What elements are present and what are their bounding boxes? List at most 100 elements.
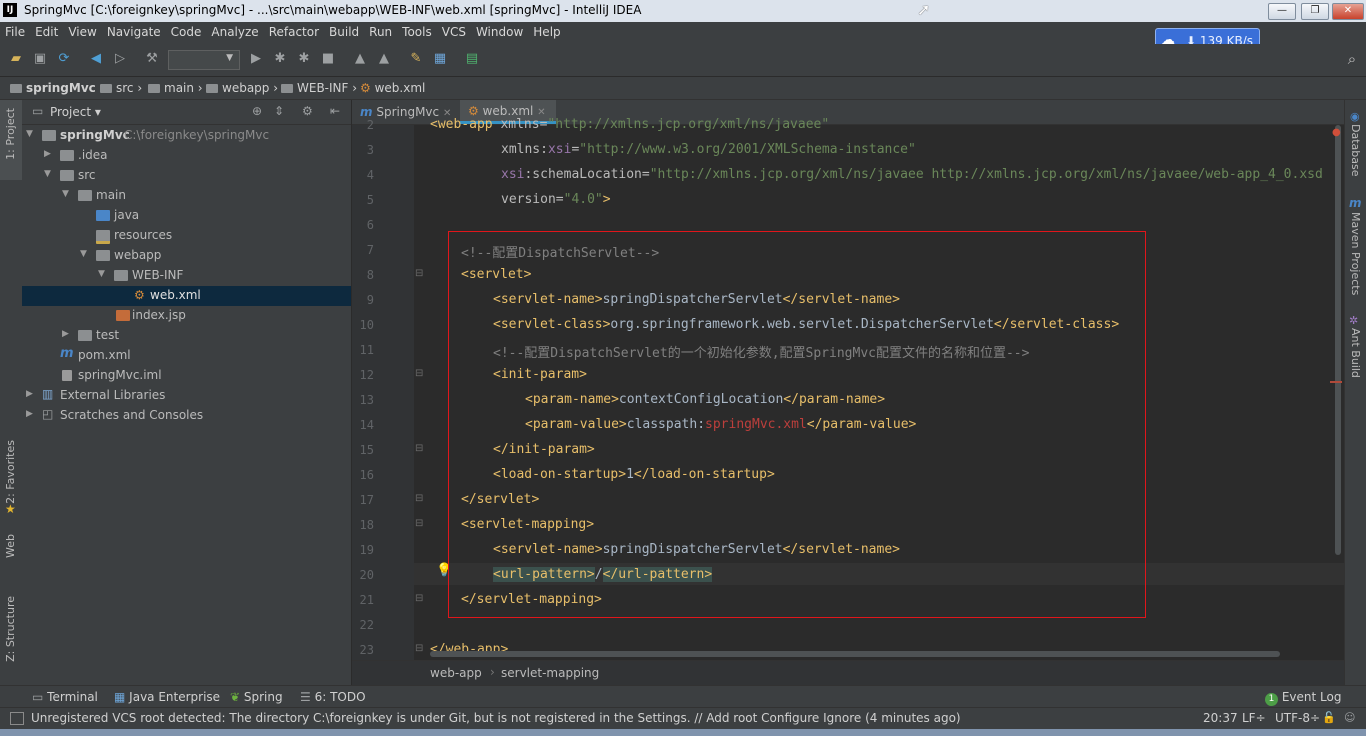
fold-marker-icon[interactable]: ⊟	[415, 643, 423, 654]
tool-tab-ant-build[interactable]: Ant Build	[1349, 328, 1362, 378]
vcs-update-icon[interactable]: ▲	[352, 51, 368, 67]
project-structure-icon[interactable]: ▦	[432, 51, 448, 67]
breadcrumb-springmvc[interactable]: springMvc ›	[10, 81, 105, 95]
breadcrumb-label: src	[116, 81, 134, 95]
tool-tab-terminal[interactable]: ▭ Terminal	[32, 690, 98, 704]
gear-icon[interactable]: ⚙	[302, 104, 313, 118]
menu-run[interactable]: Run	[364, 22, 397, 39]
sync-icon[interactable]: ⟳	[56, 51, 72, 67]
tree-item-java[interactable]: java	[22, 206, 351, 226]
maximize-button[interactable]: ❐	[1301, 3, 1329, 20]
main-toolbar: ▰ ▣ ⟳ ◀ ▷ ⚒ ▼ ▶ ✱ ✱ ■ ▲ ▲ ✎ ▦ ▤ ⌕	[0, 44, 1366, 77]
tree-item-index-jsp[interactable]: index.jsp	[22, 306, 351, 326]
menu-edit[interactable]: Edit	[30, 22, 63, 39]
fold-marker-icon[interactable]: ⊟	[415, 518, 423, 529]
horizontal-scrollbar[interactable]	[430, 651, 1280, 657]
debug-icon[interactable]: ✱	[272, 51, 288, 67]
menu-window[interactable]: Window	[471, 22, 528, 39]
tool-tab-project[interactable]: 1: Project	[4, 108, 17, 160]
status-message[interactable]: Unregistered VCS root detected: The dire…	[31, 711, 961, 725]
tool-tab-spring[interactable]: ❦ Spring	[230, 690, 283, 704]
project-view-selector[interactable]: Project ▾	[50, 105, 101, 119]
error-stripe-mark[interactable]	[1330, 381, 1342, 383]
tree-item-src[interactable]: ▼ src	[22, 166, 351, 186]
run-config-dropdown[interactable]: ▼	[168, 50, 240, 70]
tree-item-resources[interactable]: resources	[22, 226, 351, 246]
menu-tools[interactable]: Tools	[397, 22, 437, 39]
hide-panel-icon[interactable]: ⇤	[330, 104, 340, 118]
caret-position[interactable]: 20:37	[1203, 711, 1238, 725]
forward-icon[interactable]: ▷	[112, 51, 128, 67]
vertical-scrollbar[interactable]	[1335, 125, 1341, 555]
tool-tab-structure[interactable]: Z: Structure	[4, 596, 17, 662]
editor-crumb-servlet-mapping[interactable]: servlet-mapping	[501, 666, 599, 680]
editor-crumb-web-app[interactable]: web-app	[430, 666, 482, 680]
fold-marker-icon[interactable]: ⊟	[415, 268, 423, 279]
settings-icon[interactable]: ✎	[408, 51, 424, 67]
menu-refactor[interactable]: Refactor	[264, 22, 324, 39]
menu-view[interactable]: View	[63, 22, 101, 39]
close-window-button[interactable]: ✕	[1332, 3, 1364, 20]
breadcrumb-label: webapp	[222, 81, 270, 95]
inspector-icon[interactable]: ☺	[1344, 711, 1355, 724]
title-bar: IJ SpringMvc [C:\foreignkey\springMvc] -…	[0, 0, 1366, 23]
minimize-button[interactable]: —	[1268, 3, 1296, 20]
xml-file-icon: ⚙	[360, 81, 371, 95]
locate-file-icon[interactable]: ⊕	[252, 104, 262, 118]
tool-tab-maven[interactable]: Maven Projects	[1349, 212, 1362, 295]
code-token: "4.0"	[563, 192, 603, 207]
menu-help[interactable]: Help	[528, 22, 565, 39]
menu-vcs[interactable]: VCS	[437, 22, 471, 39]
tree-item-web-xml[interactable]: ⚙ web.xml	[22, 286, 351, 306]
lock-icon[interactable]: 🔓	[1322, 711, 1336, 724]
breadcrumb-webapp[interactable]: webapp ›	[206, 81, 278, 95]
stop-icon[interactable]: ■	[320, 51, 336, 67]
tree-label: springMvc	[60, 128, 130, 142]
fold-marker-icon[interactable]: ⊟	[415, 493, 423, 504]
breadcrumb-web-inf[interactable]: WEB-INF ›	[281, 81, 357, 95]
expand-arrow-icon: ▼	[80, 249, 87, 259]
tree-item-test[interactable]: ▶ test	[22, 326, 351, 346]
tree-item-idea[interactable]: ▶ .idea	[22, 146, 351, 166]
build-project-icon[interactable]: ⚒	[144, 51, 160, 67]
file-encoding[interactable]: UTF-8÷	[1275, 711, 1320, 725]
tool-tab-todo[interactable]: ☰ 6: TODO	[300, 690, 366, 704]
fold-marker-icon[interactable]: ⊟	[415, 593, 423, 604]
tree-item-web-inf[interactable]: ▼ WEB-INF	[22, 266, 351, 286]
tree-item-pom-xml[interactable]: m pom.xml	[22, 346, 351, 366]
run-icon[interactable]: ▶	[248, 51, 264, 67]
tree-item-springmvc-iml[interactable]: springMvc.iml	[22, 366, 351, 386]
tool-tab-java-enterprise[interactable]: ▦ Java Enterprise	[114, 690, 220, 704]
menu-file[interactable]: File	[0, 22, 30, 39]
tree-item-webapp[interactable]: ▼ webapp	[22, 246, 351, 266]
fold-marker-icon[interactable]: ⊟	[415, 368, 423, 379]
tree-item-external-libraries[interactable]: ▶ ▥ External Libraries	[22, 386, 351, 406]
menu-code[interactable]: Code	[166, 22, 207, 39]
fold-marker-icon[interactable]: ⊟	[415, 443, 423, 454]
breadcrumb-web-xml[interactable]: ⚙ web.xml	[360, 81, 425, 95]
vcs-commit-icon[interactable]: ▲	[376, 51, 392, 67]
breadcrumb-src[interactable]: src ›	[100, 81, 142, 95]
line-separator[interactable]: LF÷	[1242, 711, 1266, 725]
menu-build[interactable]: Build	[324, 22, 364, 39]
tool-tab-favorites[interactable]: 2: Favorites	[4, 440, 17, 504]
error-indicator-icon[interactable]: ●	[1332, 127, 1341, 138]
breadcrumb-main[interactable]: main ›	[148, 81, 203, 95]
tree-item-scratches[interactable]: ▶ ◰ Scratches and Consoles	[22, 406, 351, 426]
toggle-tool-windows-icon[interactable]	[10, 712, 24, 725]
menu-navigate[interactable]: Navigate	[102, 22, 166, 39]
open-folder-icon[interactable]: ▰	[8, 51, 24, 67]
search-everywhere-icon[interactable]: ⌕	[1344, 51, 1360, 67]
tool-tab-database[interactable]: Database	[1349, 124, 1362, 177]
coverage-icon[interactable]: ✱	[296, 51, 312, 67]
sdk-icon[interactable]: ▤	[464, 51, 480, 67]
tool-tab-web[interactable]: Web	[4, 534, 17, 558]
menu-analyze[interactable]: Analyze	[206, 22, 263, 39]
collapse-all-icon[interactable]: ⇕	[274, 104, 284, 118]
code-line: <web-app xmlns="http://xmlns.jcp.org/xml…	[430, 117, 829, 132]
tree-item-main[interactable]: ▼ main	[22, 186, 351, 206]
tool-tab-event-log[interactable]: 1 Event Log	[1265, 690, 1341, 706]
tree-item-springmvc[interactable]: ▼ springMvc C:\foreignkey\springMvc	[22, 126, 351, 146]
back-icon[interactable]: ◀	[88, 51, 104, 67]
save-icon[interactable]: ▣	[32, 51, 48, 67]
